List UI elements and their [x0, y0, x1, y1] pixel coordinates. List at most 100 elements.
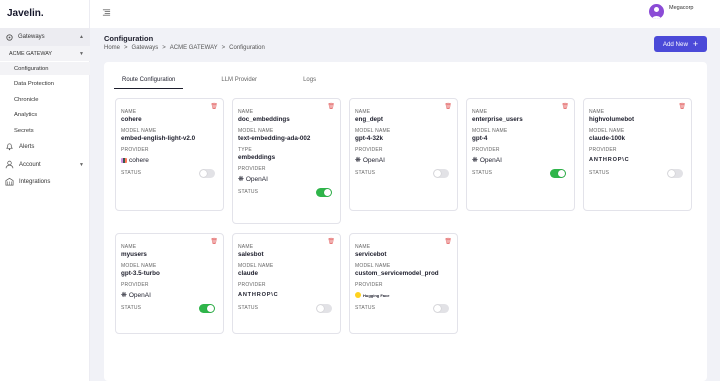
breadcrumb-separator: > [124, 45, 128, 51]
breadcrumb: Home > Gateways > ACME GATEWAY > Configu… [104, 45, 265, 51]
trash-icon[interactable]: 🗑 [210, 103, 218, 110]
provider-label: PROVIDER [589, 147, 617, 153]
sidebar-item-account[interactable]: Account ▼ [0, 157, 90, 172]
route-name: servicebot [355, 251, 387, 258]
provider-label: PROVIDER [238, 282, 266, 288]
tab-logs[interactable]: Logs [295, 74, 324, 89]
hugging-face-icon [355, 292, 361, 298]
sidebar-item-analytics[interactable]: Analytics [0, 108, 90, 121]
model-name-label: MODEL NAME [355, 128, 391, 134]
provider-label: PROVIDER [121, 147, 149, 153]
breadcrumb-gateways[interactable]: Gateways [132, 45, 159, 51]
status-toggle[interactable] [316, 303, 332, 313]
tab-bar: Route Configuration LLM Provider Logs [114, 74, 354, 89]
model-name: gpt-4-32k [355, 135, 383, 142]
trash-icon[interactable]: 🗑 [678, 103, 686, 110]
trash-icon[interactable]: 🗑 [561, 103, 569, 110]
cohere-icon [121, 157, 127, 163]
provider-logo: ❋ OpenAI [472, 155, 574, 165]
sidebar-item-label: Integrations [19, 178, 51, 185]
name-label: NAME [589, 109, 605, 115]
provider-logo: ANTHROP\C [238, 290, 340, 300]
route-name: myusers [121, 251, 147, 258]
provider-label: PROVIDER [355, 282, 383, 288]
provider-label: PROVIDER [472, 147, 500, 153]
trash-icon[interactable]: 🗑 [327, 103, 335, 110]
sidebar-item-alerts[interactable]: Alerts [0, 139, 90, 154]
provider-name: ANTHROP\C [238, 292, 279, 298]
route-name: eng_dept [355, 116, 383, 123]
breadcrumb-gateway[interactable]: ACME GATEWAY [170, 45, 218, 51]
route-card[interactable]: 🗑 NAME myusers MODEL NAME gpt-3.5-turbo PROVI… [115, 233, 224, 334]
route-card[interactable]: 🗑 NAME cohere MODEL NAME embed-english-light… [115, 98, 224, 211]
sidebar-item-configuration[interactable]: Configuration [0, 62, 90, 75]
breadcrumb-home[interactable]: Home [104, 45, 120, 51]
trash-icon[interactable]: 🗑 [444, 103, 452, 110]
route-card[interactable]: 🗑 NAME salesbot MODEL NAME claude PROVIDER ANT… [232, 233, 341, 334]
breadcrumb-current: Configuration [229, 45, 265, 51]
provider-label: PROVIDER [355, 147, 383, 153]
sidebar-item-secrets[interactable]: Secrets [0, 124, 90, 137]
avatar[interactable] [649, 4, 664, 19]
route-card[interactable]: 🗑 NAME highvolumebot MODEL NAME claude-100k P… [583, 98, 692, 211]
status-toggle[interactable] [550, 168, 566, 178]
sidebar-item-label: Account [19, 161, 41, 168]
status-label: STATUS [355, 170, 376, 176]
model-name: gpt-4 [472, 135, 488, 142]
status-row: STATUS [121, 168, 223, 178]
sidebar-item-gateways[interactable]: Gateways ▲ [0, 28, 90, 46]
name-label: NAME [472, 109, 488, 115]
trash-icon[interactable]: 🗑 [210, 238, 218, 245]
trash-icon[interactable]: 🗑 [327, 238, 335, 245]
route-card[interactable]: 🗑 NAME eng_dept MODEL NAME gpt-4-32k PROVIDER… [349, 98, 458, 211]
model-name-label: MODEL NAME [121, 263, 157, 269]
gateway-selector[interactable]: ACME GATEWAY ▼ [0, 46, 90, 61]
openai-icon: ❋ [238, 176, 244, 183]
add-new-button[interactable]: Add New + [654, 36, 707, 52]
trash-icon[interactable]: 🗑 [444, 238, 452, 245]
status-row: STATUS [238, 303, 340, 313]
model-name-label: MODEL NAME [589, 128, 625, 134]
chevron-down-icon: ▼ [79, 161, 84, 168]
user-icon [5, 160, 14, 169]
status-label: STATUS [238, 189, 259, 195]
org-name[interactable]: Megacorp [669, 5, 693, 11]
provider-logo: ANTHROP\C [589, 155, 691, 165]
provider-name: Hugging Face [363, 292, 390, 298]
route-card[interactable]: 🗑 NAME doc_embeddings MODEL NAME text-embedd… [232, 98, 341, 224]
status-toggle[interactable] [433, 303, 449, 313]
menu-icon[interactable] [102, 8, 111, 17]
sidebar-item-data-protection[interactable]: Data Protection [0, 77, 90, 90]
status-toggle[interactable] [199, 303, 215, 313]
status-toggle[interactable] [667, 168, 683, 178]
route-name: highvolumebot [589, 116, 635, 123]
model-name: claude [238, 270, 258, 277]
provider-logo: ❋ OpenAI [355, 155, 457, 165]
status-label: STATUS [589, 170, 610, 176]
status-row: STATUS [121, 303, 223, 313]
gateway-selector-label: ACME GATEWAY [9, 50, 53, 57]
status-row: STATUS [589, 168, 691, 178]
provider-name: OpenAI [245, 175, 268, 183]
tab-llm-provider[interactable]: LLM Provider [213, 74, 265, 89]
status-toggle[interactable] [199, 168, 215, 178]
status-label: STATUS [238, 305, 259, 311]
model-name: embed-english-light-v2.0 [121, 135, 196, 142]
provider-name: ANTHROP\C [589, 157, 630, 163]
openai-icon: ❋ [355, 157, 361, 164]
tab-route-configuration[interactable]: Route Configuration [114, 74, 184, 89]
provider-logo: cohere [121, 155, 223, 165]
status-toggle[interactable] [316, 187, 332, 197]
sidebar-item-chronicle[interactable]: Chronicle [0, 93, 90, 106]
breadcrumb-separator: > [162, 45, 166, 51]
route-card[interactable]: 🗑 NAME enterprise_users MODEL NAME gpt-4 PROV… [466, 98, 575, 211]
provider-name: OpenAI [362, 156, 385, 164]
type-label: TYPE [238, 147, 252, 153]
route-name: salesbot [238, 251, 264, 258]
status-toggle[interactable] [433, 168, 449, 178]
status-row: STATUS [355, 168, 457, 178]
model-name-label: MODEL NAME [355, 263, 391, 269]
gear-icon [6, 33, 13, 41]
route-card[interactable]: 🗑 NAME servicebot MODEL NAME custom_servicem… [349, 233, 458, 334]
sidebar-item-integrations[interactable]: Integrations [0, 174, 90, 189]
